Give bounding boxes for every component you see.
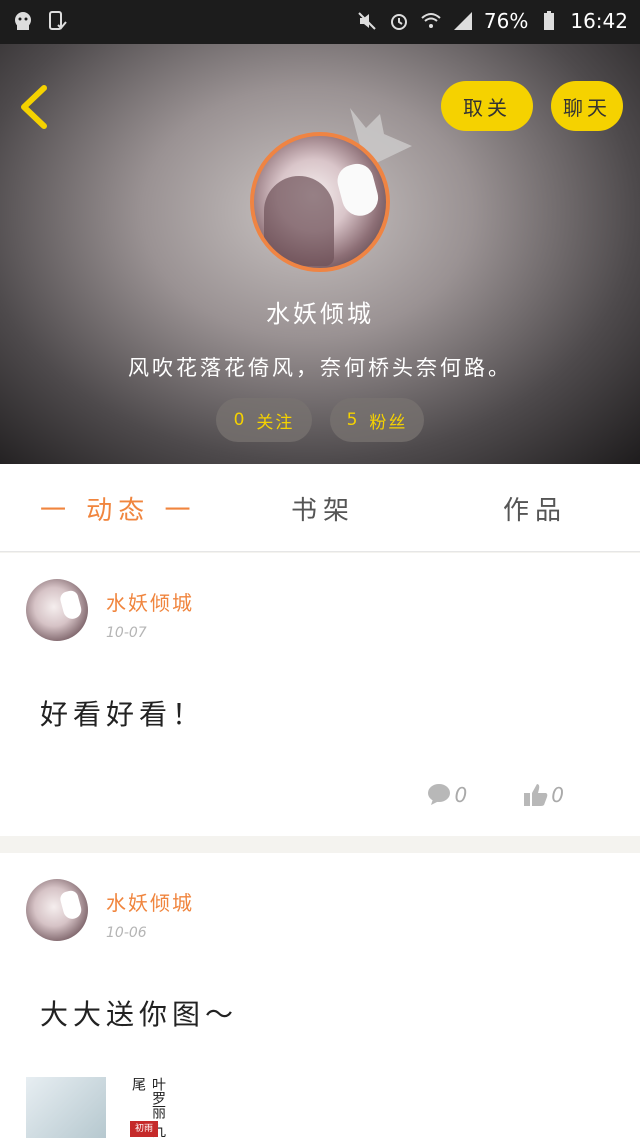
post-card: 水妖倾城 10-07 好看好看！ 0 0 xyxy=(0,553,640,836)
signal-icon xyxy=(453,12,472,30)
post-author-name[interactable]: 水妖倾城 xyxy=(106,887,194,916)
comment-bubble-icon xyxy=(427,784,450,805)
thumbnail-title: 叶罗丽 xyxy=(150,1077,166,1119)
post-author-avatar[interactable] xyxy=(26,579,88,641)
thumbs-up-icon xyxy=(524,784,548,806)
tab-activity[interactable]: 一 动态 一 xyxy=(40,464,197,552)
thumbnail-tag: 初雨 xyxy=(130,1121,158,1137)
post-image-thumbnail[interactable]: 叶罗丽 九尾 初雨 xyxy=(26,1077,168,1138)
tab-bookshelf[interactable]: 书架 xyxy=(291,464,355,552)
following-label: 关注 xyxy=(256,412,295,433)
chat-button[interactable]: 聊天 xyxy=(551,81,623,131)
avatar-mask-art xyxy=(58,889,84,921)
back-arrow-icon[interactable] xyxy=(14,82,54,132)
unfollow-button[interactable]: 取关 xyxy=(441,81,533,131)
post-date: 10-06 xyxy=(106,925,147,941)
like-button[interactable]: 0 xyxy=(523,783,564,807)
profile-tabs: 一 动态 一 书架 作品 xyxy=(0,464,640,552)
wifi-icon xyxy=(421,13,441,28)
clock: 16:42 xyxy=(570,9,628,33)
battery-icon xyxy=(544,11,555,30)
following-count: 0 xyxy=(233,410,247,430)
fans-count: 5 xyxy=(346,410,360,430)
avatar-hair-art xyxy=(264,176,334,266)
mute-icon xyxy=(358,12,376,30)
post-date: 10-07 xyxy=(106,625,147,641)
tab-works[interactable]: 作品 xyxy=(503,464,567,552)
fans-label: 粉丝 xyxy=(369,412,408,433)
device-check-icon xyxy=(49,11,67,30)
profile-username: 水妖倾城 xyxy=(266,300,374,328)
status-bar: 76% 16:42 xyxy=(0,0,640,44)
battery-percent: 76% xyxy=(483,9,529,33)
profile-bio: 风吹花落花倚风，奈何桥头奈何路。 xyxy=(128,356,512,380)
post-author-avatar[interactable] xyxy=(26,879,88,941)
fans-stat[interactable]: 5 粉丝 xyxy=(330,398,424,442)
comment-count: 0 xyxy=(454,783,468,807)
ghost-notification-icon xyxy=(15,12,31,30)
post-card: 水妖倾城 10-06 大大送你图～ 叶罗丽 九尾 初雨 xyxy=(0,853,640,1138)
alarm-icon xyxy=(390,14,407,30)
following-stat[interactable]: 0 关注 xyxy=(216,398,312,442)
post-text: 大大送你图～ xyxy=(40,998,239,1031)
avatar-mask-art xyxy=(333,160,383,220)
comment-button[interactable]: 0 xyxy=(427,783,468,807)
like-count: 0 xyxy=(551,783,564,807)
profile-header: 取关 聊天 水妖倾城 风吹花落花倚风，奈何桥头奈何路。 0 关注 5 粉丝 xyxy=(0,44,640,464)
profile-avatar[interactable] xyxy=(250,132,390,272)
avatar-mask-art xyxy=(58,589,84,621)
post-author-name[interactable]: 水妖倾城 xyxy=(106,587,194,616)
post-actions: 0 0 xyxy=(427,783,564,807)
post-text: 好看好看！ xyxy=(40,698,206,731)
thumbnail-artwork xyxy=(26,1077,106,1138)
